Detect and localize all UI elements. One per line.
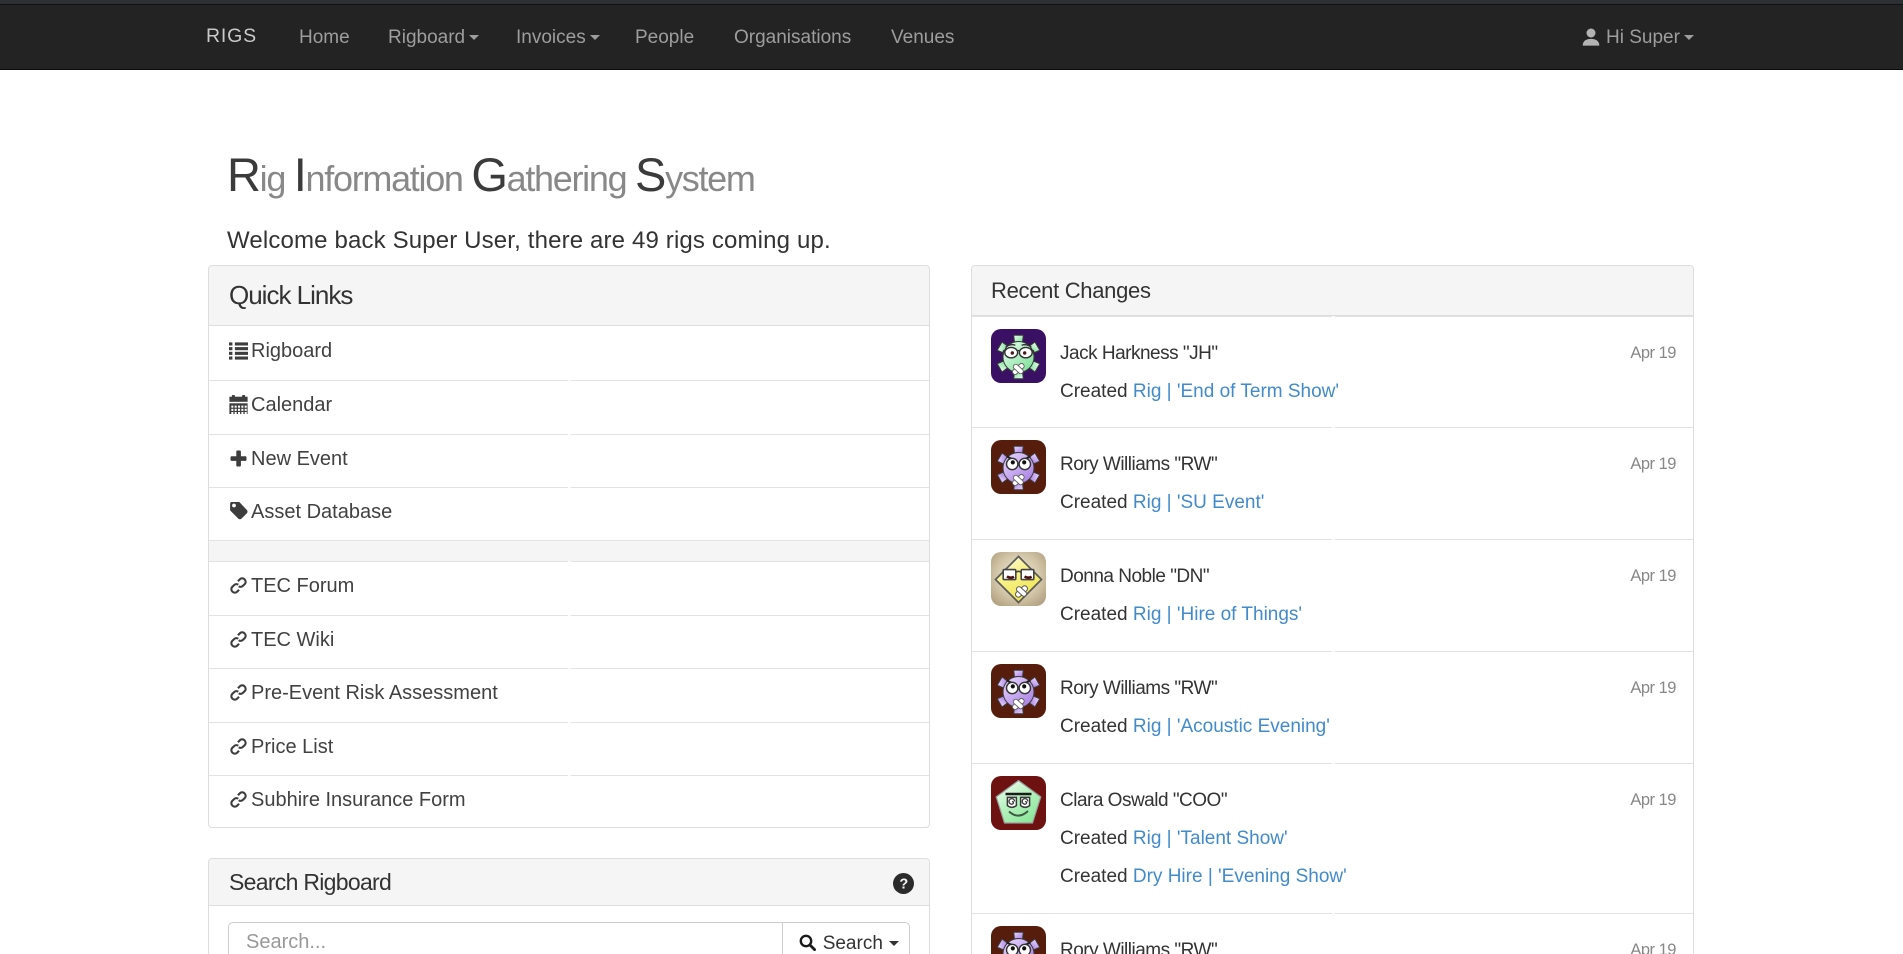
svg-text:?: ?	[899, 876, 908, 892]
